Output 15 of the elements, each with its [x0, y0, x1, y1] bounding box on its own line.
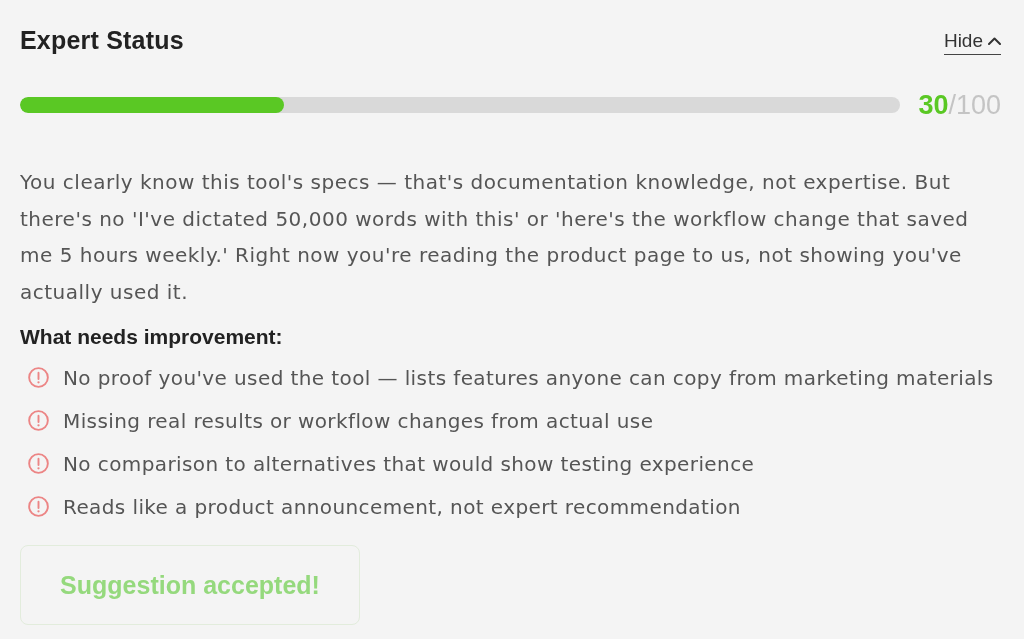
improvements-heading: What needs improvement:	[20, 324, 284, 350]
feedback-text: You clearly know this tool's specs — that's documentation knowledge, not expertise. But there's no 'I've dictated 50,000 words with this' or 'here's the workflow change that saved me 5 hours weekly.' Right now you're reading the product page to us, not showing you've actually used it.	[20, 169, 970, 306]
score-total: /100	[948, 89, 1001, 121]
panel-title: Expert Status	[20, 25, 184, 55]
alert-circle-icon	[28, 496, 49, 517]
improvement-text: Reads like a product announcement, not expert recommendation	[63, 494, 741, 519]
alert-circle-icon	[28, 410, 49, 431]
improvement-text: No proof you've used the tool — lists features anyone can copy from marketing materials	[63, 365, 994, 390]
alert-circle-icon	[28, 453, 49, 474]
improvement-text: No comparison to alternatives that would show testing experience	[63, 451, 755, 476]
hide-link[interactable]: Hide	[943, 29, 1001, 55]
improvement-text: Missing real results or workflow changes from actual use	[63, 408, 654, 433]
alert-circle-icon	[28, 367, 49, 388]
score-value: 30	[918, 89, 949, 121]
chevron-up-icon	[988, 36, 1001, 45]
